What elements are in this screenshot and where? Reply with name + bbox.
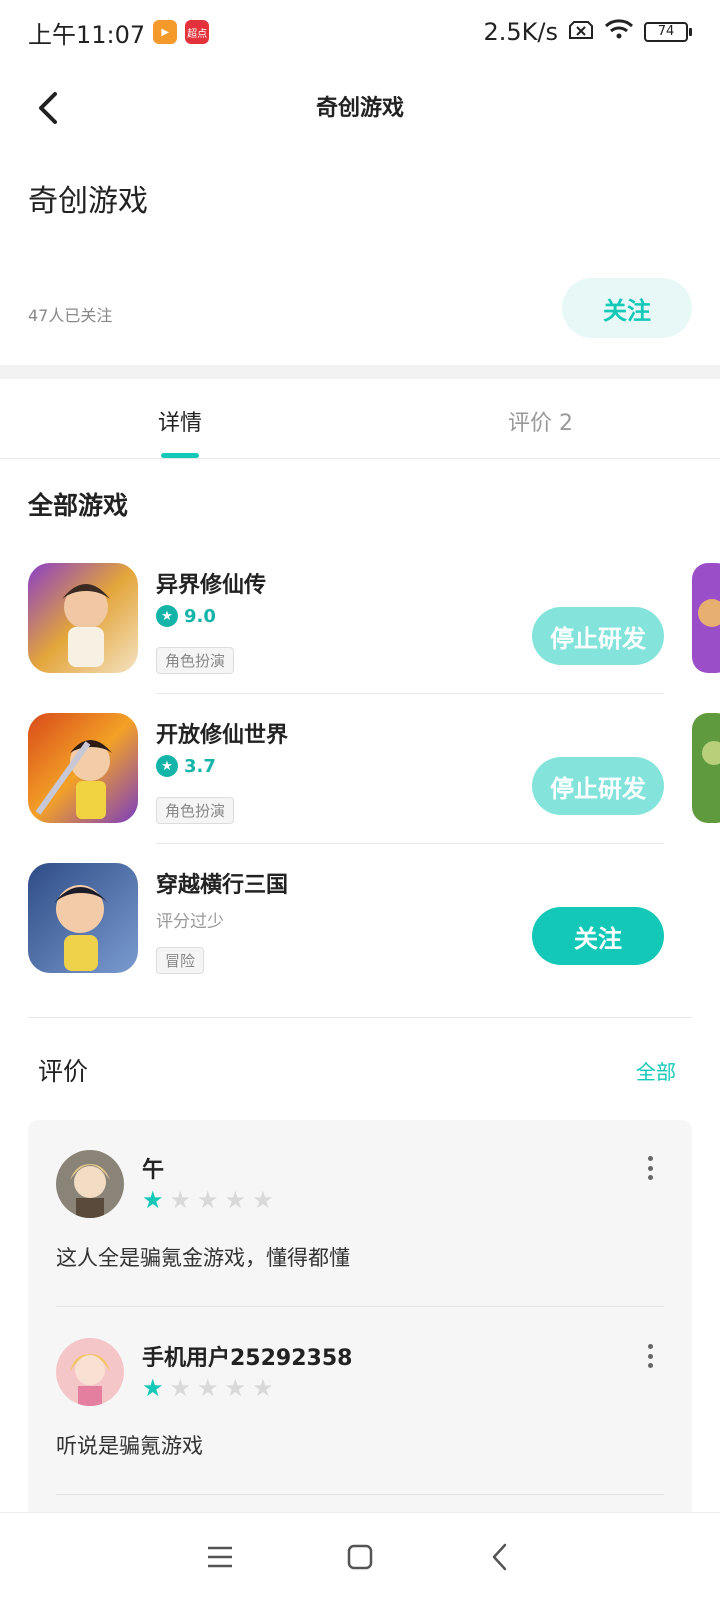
active-tab-indicator (161, 453, 199, 458)
game-rating: ★ 3.7 (156, 755, 216, 777)
tab-reviews[interactable]: 评价 2 (508, 405, 573, 437)
star-empty-icon: ★ (197, 1374, 219, 1402)
game-icon[interactable] (28, 863, 138, 973)
more-options-icon[interactable] (640, 1150, 660, 1186)
review-item[interactable]: 午 ★ ★ ★ ★ ★ 这人全是骗氪金游戏，懂得都懂 (56, 1120, 664, 1308)
next-game-icon-peek[interactable] (692, 563, 720, 673)
back-chevron-icon (492, 1543, 507, 1570)
system-nav-bar (0, 1512, 720, 1600)
menu-icon (208, 1546, 232, 1567)
rating-value: 3.7 (184, 755, 216, 777)
rating-too-few: 评分过少 (156, 912, 224, 932)
stop-development-button[interactable]: 停止研发 (532, 607, 664, 665)
star-empty-icon: ★ (252, 1374, 274, 1402)
star-empty-icon: ★ (224, 1374, 247, 1402)
game-name: 开放修仙世界 (156, 723, 289, 748)
more-options-icon[interactable] (640, 1338, 660, 1374)
follow-game-button[interactable]: 关注 (532, 907, 664, 965)
view-all-reviews-link[interactable]: 全部 (636, 1056, 676, 1085)
reviews-card: 午 ★ ★ ★ ★ ★ 这人全是骗氪金游戏，懂得都懂 手机用户25292358 … (28, 1120, 692, 1520)
tab-bar: 详情 评价 2 (0, 379, 720, 459)
header: 奇创游戏 (0, 70, 720, 146)
game-icon[interactable] (28, 713, 138, 823)
follower-count: 47人已关注 (28, 306, 113, 325)
games-section-title: 全部游戏 (28, 491, 129, 520)
sim-off-icon (568, 18, 594, 46)
game-tag[interactable]: 冒险 (156, 947, 205, 974)
star-rating: ★ ★ ★ ★ ★ (142, 1188, 274, 1212)
battery-level: 74 (644, 22, 688, 42)
developer-name: 奇创游戏 (28, 184, 148, 219)
status-right: 2.5K/s 74 (483, 18, 692, 46)
network-speed: 2.5K/s (483, 18, 559, 46)
section-divider (0, 365, 720, 379)
home-button[interactable] (336, 1533, 384, 1581)
avatar[interactable] (56, 1150, 124, 1218)
review-divider (56, 1306, 664, 1307)
game-name: 穿越横行三国 (156, 873, 289, 898)
game-row[interactable]: 异界修仙传 ★ 9.0 角色扮演 停止研发 (28, 563, 664, 713)
page-title: 奇创游戏 (315, 96, 404, 121)
system-back-button[interactable] (476, 1533, 524, 1581)
row-divider (156, 693, 664, 694)
star-empty-icon: ★ (169, 1186, 192, 1214)
battery-icon: 74 (644, 22, 692, 42)
game-tag[interactable]: 角色扮演 (156, 647, 235, 674)
star-empty-icon: ★ (224, 1186, 247, 1214)
video-app-icon: ▶ (153, 20, 178, 44)
reviews-section-title: 评价 (38, 1057, 89, 1086)
avatar[interactable] (56, 1338, 124, 1406)
star-empty-icon: ★ (252, 1186, 274, 1214)
review-divider (56, 1494, 664, 1495)
menu-button[interactable] (196, 1533, 244, 1581)
game-tag[interactable]: 角色扮演 (156, 797, 235, 824)
status-bar: 上午11:07 ▶ 超点 2.5K/s 74 (0, 0, 720, 64)
game-icon[interactable] (28, 563, 138, 673)
review-username[interactable]: 手机用户25292358 (142, 1340, 352, 1372)
star-empty-icon: ★ (197, 1186, 219, 1214)
review-username[interactable]: 午 (142, 1152, 164, 1184)
home-square-icon (347, 1544, 373, 1569)
chaodian-app-icon: 超点 (185, 20, 210, 44)
star-filled-icon: ★ (142, 1186, 164, 1214)
follow-developer-button[interactable]: 关注 (562, 278, 692, 338)
game-name: 异界修仙传 (156, 573, 267, 598)
rating-value: 9.0 (184, 605, 216, 627)
review-text: 听说是骗氪游戏 (56, 1434, 203, 1458)
star-filled-icon: ★ (142, 1374, 164, 1402)
tab-details[interactable]: 详情 (158, 405, 202, 437)
row-divider (156, 843, 664, 844)
game-row[interactable]: 穿越横行三国 评分过少 冒险 关注 (28, 863, 664, 1013)
review-item[interactable]: 手机用户25292358 ★ ★ ★ ★ ★ 听说是骗氪游戏 (56, 1308, 664, 1496)
star-badge-icon: ★ (156, 755, 178, 777)
star-empty-icon: ★ (169, 1374, 192, 1402)
star-badge-icon: ★ (156, 605, 178, 627)
review-text: 这人全是骗氪金游戏，懂得都懂 (56, 1246, 350, 1270)
star-rating: ★ ★ ★ ★ ★ (142, 1376, 274, 1400)
next-game-icon-peek[interactable] (692, 713, 720, 823)
wifi-icon (604, 18, 634, 46)
section-divider (28, 1017, 692, 1018)
status-left: 上午11:07 ▶ 超点 (28, 15, 210, 50)
game-rating: ★ 9.0 (156, 605, 216, 627)
stop-development-button[interactable]: 停止研发 (532, 757, 664, 815)
status-time: 上午11:07 (28, 20, 146, 49)
game-row[interactable]: 开放修仙世界 ★ 3.7 角色扮演 停止研发 (28, 713, 664, 863)
